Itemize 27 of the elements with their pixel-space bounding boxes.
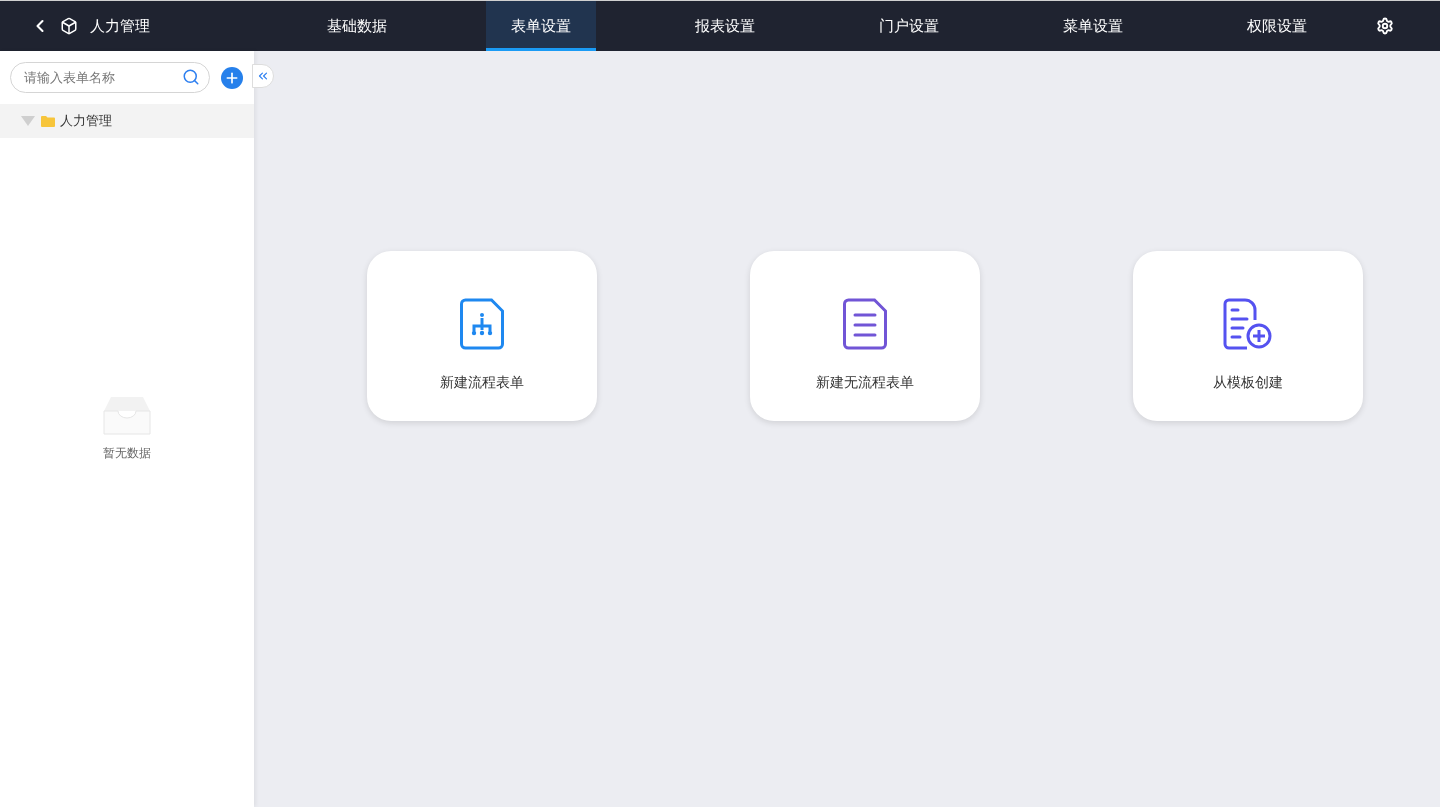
cube-icon <box>60 17 78 35</box>
folder-icon <box>41 115 55 127</box>
card-label: 新建无流程表单 <box>816 373 914 392</box>
nav-tab[interactable]: 权限设置 <box>1222 1 1332 51</box>
tree-label: 人力管理 <box>60 112 112 131</box>
nav-tab[interactable]: 基础数据 <box>302 1 412 51</box>
nav-tab[interactable]: 表单设置 <box>486 1 596 51</box>
create-card[interactable]: 新建无流程表单 <box>750 251 980 421</box>
nav-tab[interactable]: 门户设置 <box>854 1 964 51</box>
card-label: 从模板创建 <box>1213 373 1283 392</box>
document-icon <box>843 298 887 350</box>
tree-item[interactable]: 人力管理 <box>0 104 254 138</box>
app-title: 人力管理 <box>90 15 151 37</box>
collapse-button[interactable] <box>252 64 274 88</box>
create-card[interactable]: 新建流程表单 <box>367 251 597 421</box>
add-button[interactable] <box>221 66 243 89</box>
card-label: 新建流程表单 <box>440 373 524 392</box>
document-tree-icon <box>460 298 504 350</box>
search-field[interactable]: 请输入表单名称 <box>10 62 210 93</box>
nav-tab[interactable]: 菜单设置 <box>1038 1 1148 51</box>
double-chevron-left-icon <box>256 69 270 83</box>
create-card[interactable]: 从模板创建 <box>1133 251 1363 421</box>
nav-tab[interactable]: 报表设置 <box>670 1 780 51</box>
document-add-icon <box>1223 298 1273 350</box>
search-icon <box>182 68 200 86</box>
empty-text: 暂无数据 <box>103 445 151 462</box>
settings-icon[interactable] <box>1376 17 1394 35</box>
